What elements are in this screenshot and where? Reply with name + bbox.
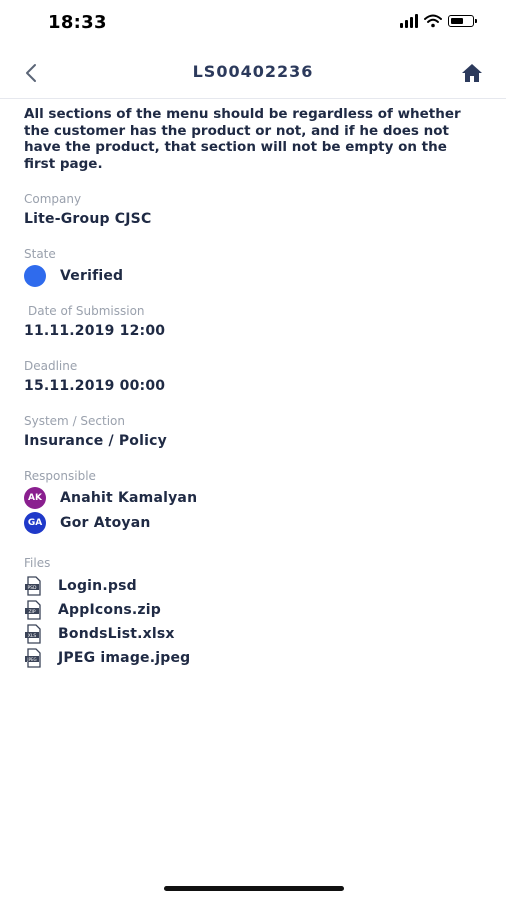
navigation-bar: LS00402236 — [0, 46, 506, 99]
responsible-name: Anahit Kamalyan — [60, 490, 198, 506]
responsible-name: Gor Atoyan — [60, 515, 151, 531]
file-name: Login.psd — [58, 577, 137, 594]
svg-text:PSD: PSD — [27, 585, 37, 591]
svg-text:XLS: XLS — [28, 633, 37, 639]
xlsx-file-icon: XLS — [25, 623, 41, 644]
file-item[interactable]: ZIP AppIcons.zip — [24, 599, 482, 620]
state-value: Verified — [60, 268, 124, 284]
deadline-field: Deadline 15.11.2019 00:00 — [24, 359, 482, 394]
status-icons — [400, 14, 477, 28]
home-indicator[interactable] — [164, 886, 344, 891]
submission-date-value: 11.11.2019 12:00 — [24, 323, 166, 339]
company-label: Company — [24, 192, 82, 206]
battery-icon — [448, 15, 477, 27]
file-item[interactable]: XLS BondsList.xlsx — [24, 623, 482, 644]
details-content: All sections of the menu should be regar… — [24, 106, 482, 668]
submission-date-field: Date of Submission 11.11.2019 12:00 — [24, 304, 482, 339]
responsible-person[interactable]: AK Anahit Kamalyan — [24, 487, 482, 509]
system-section-label: System / Section — [24, 414, 126, 428]
deadline-value: 15.11.2019 00:00 — [24, 378, 166, 394]
system-section-value: Insurance / Policy — [24, 433, 167, 449]
state-indicator-dot — [24, 265, 46, 287]
file-item[interactable]: JPEG JPEG image.jpeg — [24, 647, 482, 668]
psd-file-icon: PSD — [25, 575, 41, 596]
company-field: Company Lite-Group CJSC — [24, 192, 482, 227]
system-section-field: System / Section Insurance / Policy — [24, 414, 482, 449]
file-name: AppIcons.zip — [58, 601, 161, 618]
avatar: AK — [24, 487, 46, 509]
state-field: State Verified — [24, 247, 482, 287]
responsible-field: Responsible AK Anahit Kamalyan GA Gor At… — [24, 469, 482, 534]
svg-text:ZIP: ZIP — [28, 609, 35, 615]
company-value: Lite-Group CJSC — [24, 211, 152, 227]
page-title: LS00402236 — [192, 62, 314, 81]
files-label: Files — [24, 556, 51, 570]
svg-text:JPEG: JPEG — [26, 657, 36, 662]
submission-date-label: Date of Submission — [28, 304, 145, 318]
request-description: All sections of the menu should be regar… — [24, 106, 461, 172]
avatar: GA — [24, 512, 46, 534]
responsible-person[interactable]: GA Gor Atoyan — [24, 512, 482, 534]
responsible-label: Responsible — [24, 469, 96, 483]
file-name: JPEG image.jpeg — [58, 649, 191, 666]
home-icon[interactable] — [460, 62, 484, 84]
files-field: Files PSD Login.psd ZIP AppIcons.zip XLS — [24, 556, 482, 668]
file-name: BondsList.xlsx — [58, 625, 175, 642]
cellular-signal-icon — [400, 14, 418, 28]
deadline-label: Deadline — [24, 359, 78, 373]
wifi-icon — [424, 14, 442, 28]
status-bar: 18:33 — [0, 0, 506, 46]
jpeg-file-icon: JPEG — [25, 647, 41, 668]
file-item[interactable]: PSD Login.psd — [24, 575, 482, 596]
state-label: State — [24, 247, 56, 261]
status-time: 18:33 — [48, 12, 107, 33]
zip-file-icon: ZIP — [25, 599, 41, 620]
